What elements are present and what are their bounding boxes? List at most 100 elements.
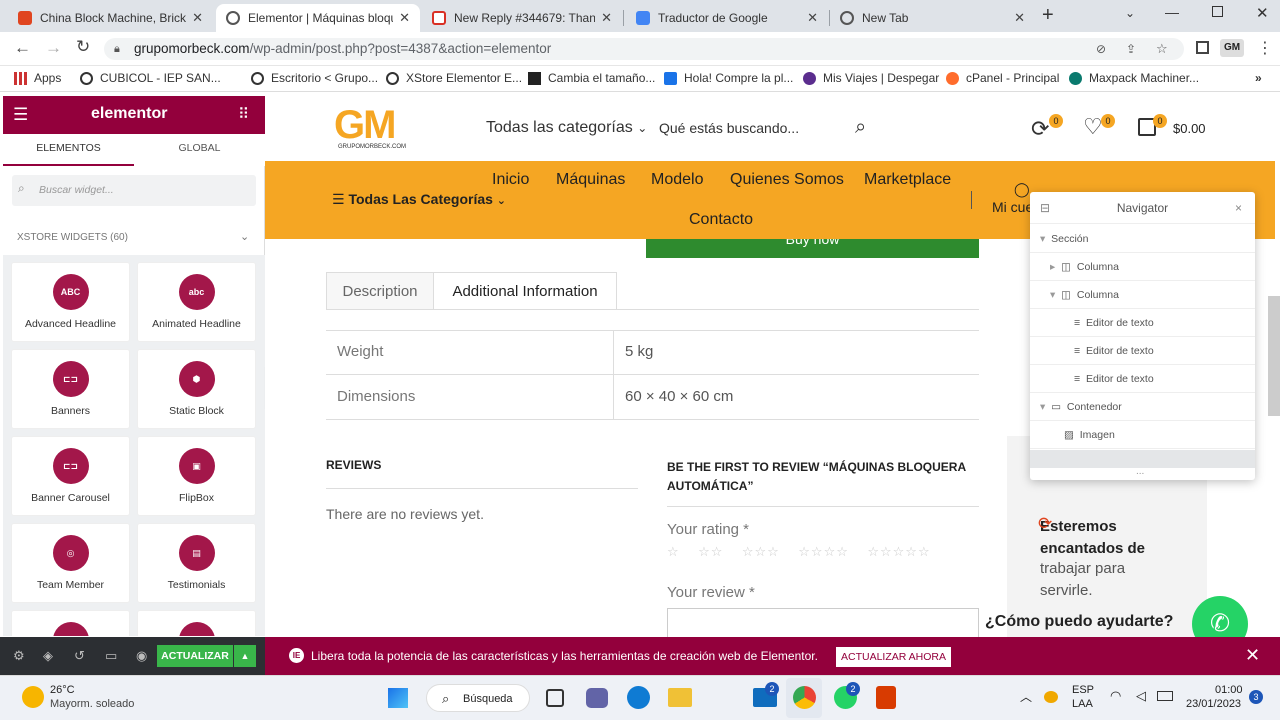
settings-gear-icon[interactable]: ⚙ <box>13 648 25 664</box>
update-button[interactable]: ACTUALIZAR <box>157 645 233 667</box>
windows-start-icon[interactable] <box>388 688 408 708</box>
edge-icon[interactable] <box>627 686 650 709</box>
upgrade-now-button[interactable]: ACTUALIZAR AHORA <box>836 647 951 667</box>
back-icon[interactable]: ← <box>14 38 31 58</box>
profile-avatar[interactable]: GM <box>1220 39 1244 57</box>
bookmark-apps[interactable]: Apps <box>14 71 61 85</box>
widget-flipbox[interactable]: ▣ FlipBox <box>138 437 255 515</box>
tab-additional-information[interactable]: Additional Information <box>433 272 617 310</box>
office-icon[interactable] <box>876 686 896 709</box>
tab-description[interactable]: Description <box>326 272 434 310</box>
teams-icon[interactable] <box>586 688 608 708</box>
tray-chevron-icon[interactable]: ︿ <box>1020 688 1032 705</box>
browser-tab-active[interactable]: Elementor | Máquinas bloque ✕ <box>216 4 420 32</box>
history-icon[interactable]: ↺ <box>74 648 85 664</box>
wifi-icon[interactable]: ◠ <box>1110 688 1121 704</box>
close-banner-icon[interactable]: ✕ <box>1245 645 1260 666</box>
browser-tab[interactable]: Traductor de Google ✕ <box>626 4 828 32</box>
nav-item-text-editor[interactable]: ≡ Editor de texto <box>1030 365 1255 393</box>
chevron-down-icon[interactable]: ⌄ <box>240 230 249 243</box>
minimize-icon[interactable]: — <box>1165 4 1179 20</box>
site-search-input[interactable]: Qué estás buscando... <box>659 120 799 136</box>
tab-search-icon[interactable]: ⌄ <box>1125 6 1135 20</box>
widget-animated-headline[interactable]: abc Animated Headline <box>138 263 255 341</box>
menu-quienes-somos[interactable]: Quienes Somos <box>730 171 844 189</box>
new-tab-icon[interactable]: + <box>1042 4 1054 27</box>
side-panel-icon[interactable] <box>1196 41 1209 54</box>
nav-item-section[interactable]: ▾ Sección <box>1030 225 1255 253</box>
battery-icon[interactable] <box>1157 691 1173 701</box>
forward-icon[interactable]: → <box>45 38 62 58</box>
menu-modelo[interactable]: Modelo <box>651 171 703 189</box>
weather-temp[interactable]: 26°C <box>50 684 75 696</box>
close-tab-icon[interactable]: ✕ <box>1014 10 1025 26</box>
widget-banners[interactable]: ⊏⊐ Banners <box>12 350 129 428</box>
weather-desc[interactable]: Mayorm. soleado <box>50 698 134 710</box>
notification-badge[interactable]: 3 <box>1249 690 1263 704</box>
bookmark-item[interactable]: Mis Viajes | Despegar <box>803 71 939 85</box>
close-tab-icon[interactable]: ✕ <box>807 10 818 26</box>
resize-handle[interactable]: ... <box>1136 466 1144 477</box>
browser-tab[interactable]: New Tab ✕ <box>830 4 1035 32</box>
buy-now-button[interactable]: Buy now <box>646 232 979 258</box>
widget-team-member[interactable]: ◎ Team Member <box>12 524 129 602</box>
whatsapp-icon[interactable]: ✆ <box>1192 596 1248 637</box>
bookmark-item[interactable]: Cambia el tamaño... <box>528 71 655 85</box>
hamburger-menu-icon[interactable]: ☰ <box>13 105 28 125</box>
widget-card[interactable] <box>12 611 129 636</box>
widget-static-block[interactable]: ⬢ Static Block <box>138 350 255 428</box>
more-bookmarks-icon[interactable]: » <box>1255 71 1262 85</box>
share-icon[interactable]: ⇪ <box>1126 38 1136 60</box>
widget-search-input[interactable]: Buscar widget... <box>12 175 256 206</box>
whatsapp-help-text[interactable]: ¿Cómo puedo ayudarte? <box>985 613 1173 631</box>
categories-dropdown[interactable]: Todas las categorías ⌄ <box>486 119 647 137</box>
widget-advanced-headline[interactable]: ABC Advanced Headline <box>12 263 129 341</box>
language-code[interactable]: ESP <box>1072 684 1094 696</box>
menu-inicio[interactable]: Inicio <box>492 171 529 189</box>
navigator-header[interactable]: ⊟ Navigator × <box>1030 192 1255 224</box>
update-options-icon[interactable]: ▲ <box>234 645 256 667</box>
review-textarea[interactable] <box>667 608 979 637</box>
nav-item-text-editor[interactable]: ≡ Editor de texto <box>1030 337 1255 365</box>
nav-item-column[interactable]: ▸ ◫ Columna <box>1030 253 1255 281</box>
language-layout[interactable]: LAA <box>1072 698 1093 710</box>
tray-app-icon[interactable] <box>1044 691 1058 703</box>
account-icon[interactable]: ◯ <box>1014 181 1030 198</box>
nav-item-container[interactable]: ▾ ▭ Contenedor <box>1030 393 1255 421</box>
responsive-icon[interactable]: ▭ <box>105 648 117 664</box>
search-icon[interactable]: ⌕ <box>855 116 866 139</box>
task-view-icon[interactable] <box>546 689 564 707</box>
clock-time[interactable]: 01:00 <box>1215 684 1243 696</box>
bookmark-item[interactable]: Hola! Compre la pl... <box>664 71 793 85</box>
widgets-category-title[interactable]: XSTORE WIDGETS (60) <box>17 232 128 243</box>
clock-date[interactable]: 23/01/2023 <box>1186 698 1241 710</box>
nav-item-column[interactable]: ▾ ◫ Columna <box>1030 281 1255 309</box>
tab-global[interactable]: GLOBAL <box>134 134 265 166</box>
nav-item-text-editor[interactable]: ≡ Editor de texto <box>1030 309 1255 337</box>
bookmark-item[interactable]: cPanel - Principal <box>946 71 1059 85</box>
scrollbar[interactable] <box>1268 296 1280 416</box>
nav-item-image[interactable]: ▨ Imagen <box>1030 421 1255 449</box>
weather-sun-icon[interactable] <box>22 686 44 708</box>
cart-total[interactable]: $0.00 <box>1173 121 1206 136</box>
chrome-taskbar-icon[interactable] <box>793 686 816 709</box>
camera-off-icon[interactable]: ⊘ <box>1096 38 1106 60</box>
reload-icon[interactable]: ↻ <box>76 37 90 57</box>
browser-tab[interactable]: New Reply #344679: Thanks ✕ <box>422 4 622 32</box>
bookmark-item[interactable]: Escritorio < Grupo... <box>251 71 378 85</box>
menu-maquinas[interactable]: Máquinas <box>556 171 625 189</box>
widgets-grid-icon[interactable]: ⠿ <box>238 105 249 123</box>
url-bar[interactable]: 🔒︎ grupomorbeck.com/wp-admin/post.php?po… <box>104 38 1184 60</box>
site-logo[interactable]: GM GRUPOMORBECK.COM <box>334 105 422 154</box>
widget-testimonials[interactable]: ▤ Testimonials <box>138 524 255 602</box>
menu-marketplace[interactable]: Marketplace <box>864 171 951 189</box>
preview-eye-icon[interactable]: ◉ <box>136 648 147 664</box>
widget-card[interactable] <box>138 611 255 636</box>
close-tab-icon[interactable]: ✕ <box>192 10 203 26</box>
all-categories-menu[interactable]: ☰ Todas Las Categorías ⌄ <box>332 191 506 208</box>
star-rating-input[interactable]: ☆ ☆☆ ☆☆☆ ☆☆☆☆ ☆☆☆☆☆ <box>667 544 931 560</box>
compare-icon[interactable]: ⟳ <box>1031 116 1049 142</box>
widget-banner-carousel[interactable]: ⊏⊐ Banner Carousel <box>12 437 129 515</box>
close-window-icon[interactable]: ✕ <box>1256 4 1269 22</box>
close-tab-icon[interactable]: ✕ <box>399 10 410 26</box>
